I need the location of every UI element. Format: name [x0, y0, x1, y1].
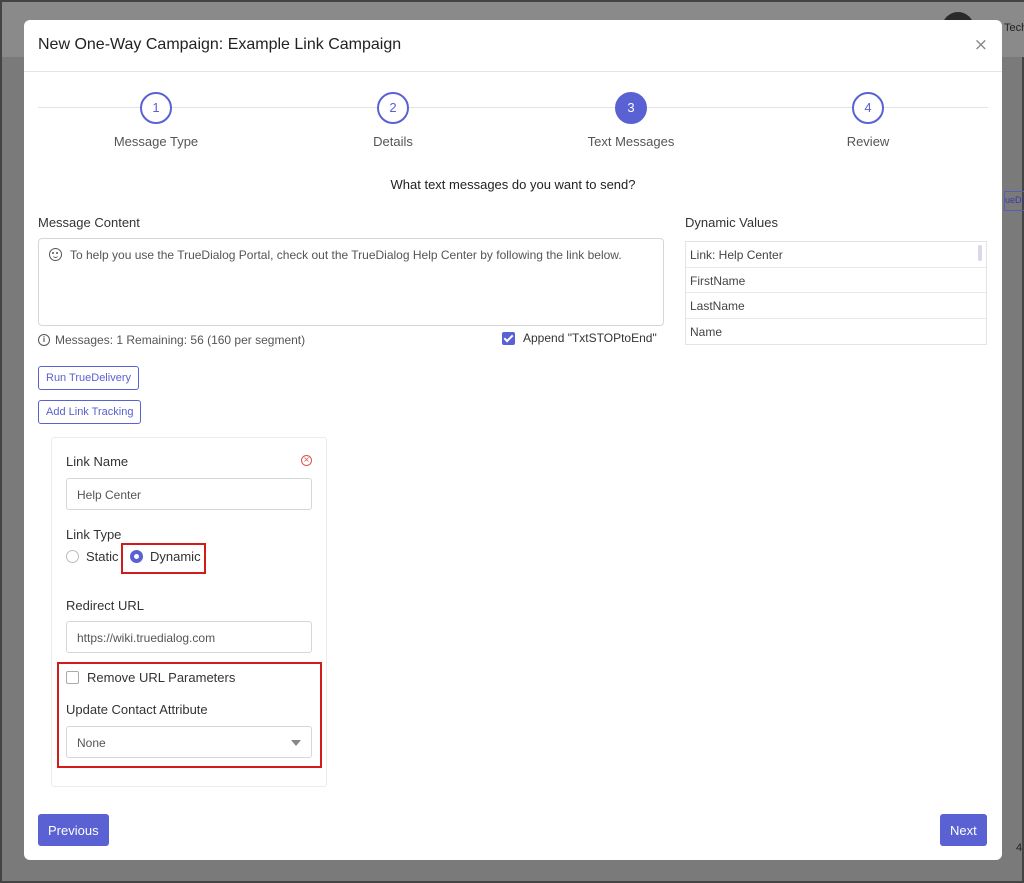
step-circle: 2 [377, 92, 409, 124]
add-link-tracking-button[interactable]: Add Link Tracking [38, 400, 142, 424]
redirect-url-input[interactable]: https://wiki.truedialog.com [66, 621, 312, 653]
background-user-text: Tech [1004, 22, 1024, 34]
append-stop-checkbox[interactable]: Append "TxtSTOPtoEnd" [502, 331, 657, 345]
redirect-url-label: Redirect URL [66, 598, 145, 613]
background-button-fragment: ueDe [1004, 191, 1024, 211]
step-details[interactable]: 2 Details [313, 92, 473, 149]
message-content-textarea[interactable]: To help you use the TrueDialog Portal, c… [38, 238, 664, 326]
radio-unchecked-icon[interactable] [66, 550, 79, 563]
campaign-modal: New One-Way Campaign: Example Link Campa… [24, 20, 1002, 860]
scrollbar[interactable] [978, 245, 982, 261]
link-name-input[interactable]: Help Center [66, 478, 312, 510]
step-label: Text Messages [587, 134, 675, 149]
emoji-icon[interactable] [49, 248, 62, 261]
run-truedelivery-button[interactable]: Run TrueDelivery [38, 366, 139, 390]
modal-title: New One-Way Campaign: Example Link Campa… [38, 36, 402, 53]
dynamic-value-item[interactable]: Name [686, 319, 986, 345]
message-count-text: Messages: 1 Remaining: 56 (160 per segme… [55, 333, 306, 347]
close-icon[interactable]: × [974, 35, 988, 55]
step-label: Details [373, 134, 413, 149]
step-circle: 1 [140, 92, 172, 124]
checkbox-checked-icon[interactable] [502, 331, 515, 345]
info-icon: i [38, 334, 50, 346]
link-type-label: Link Type [66, 527, 122, 542]
message-content-label: Message Content [38, 215, 140, 230]
modal-header: New One-Way Campaign: Example Link Campa… [24, 20, 1002, 72]
dynamic-value-item[interactable]: FirstName [686, 268, 986, 293]
step-label: Review [846, 134, 890, 149]
step-message-type[interactable]: 1 Message Type [76, 92, 236, 149]
step-label: Message Type [113, 134, 199, 149]
dynamic-values-list: Link: Help Center FirstName LastName Nam… [685, 241, 987, 345]
previous-button[interactable]: Previous [38, 814, 109, 846]
dynamic-values-label: Dynamic Values [685, 215, 778, 230]
highlight-box-options [57, 662, 322, 768]
background-number-fragment: 4 [1016, 842, 1023, 854]
message-info: i Messages: 1 Remaining: 56 (160 per seg… [38, 333, 305, 347]
highlight-box-dynamic [121, 543, 206, 574]
link-name-label: Link Name [66, 454, 129, 469]
message-text: To help you use the TrueDialog Portal, c… [70, 248, 622, 262]
radio-static-label: Static [86, 549, 119, 564]
append-stop-label: Append "TxtSTOPtoEnd" [523, 331, 657, 345]
step-review[interactable]: 4 Review [788, 92, 948, 149]
dynamic-value-item[interactable]: Link: Help Center [686, 242, 986, 268]
step-text-messages[interactable]: 3 Text Messages [551, 92, 711, 149]
radio-static[interactable]: Static [66, 549, 119, 564]
next-button[interactable]: Next [940, 814, 987, 846]
dynamic-value-item[interactable]: LastName [686, 293, 986, 319]
step-circle-active: 3 [615, 92, 647, 124]
step-question: What text messages do you want to send? [390, 177, 636, 192]
remove-link-icon[interactable]: × [301, 455, 312, 466]
step-circle: 4 [852, 92, 884, 124]
